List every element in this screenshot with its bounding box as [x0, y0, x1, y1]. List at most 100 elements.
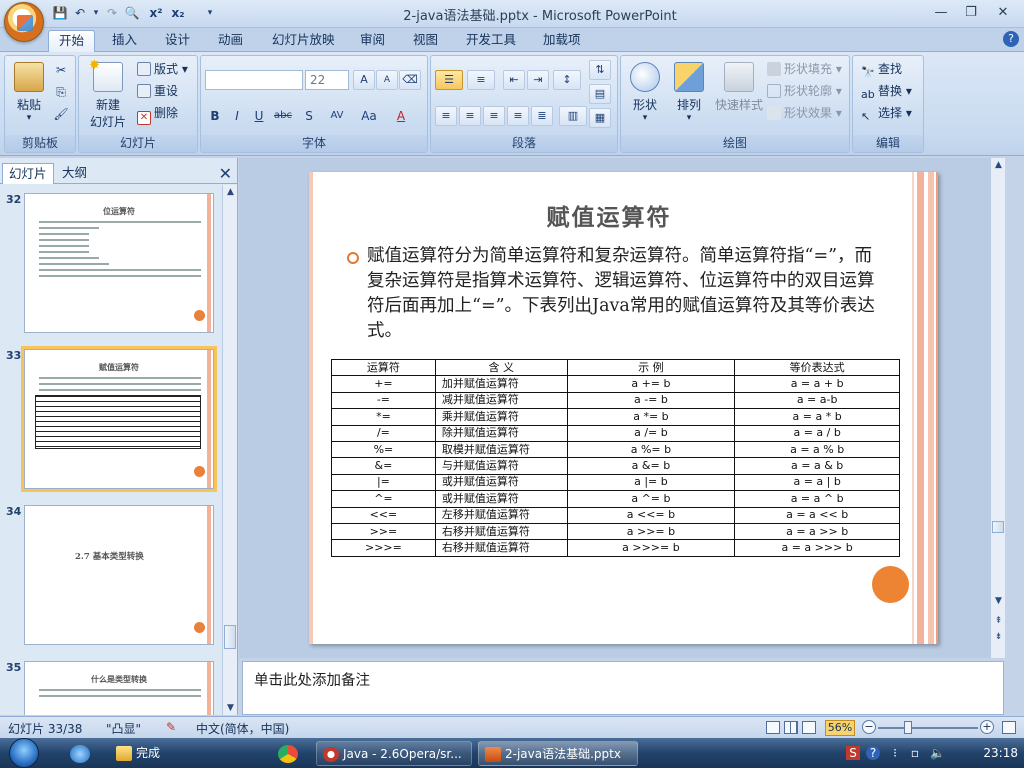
language-indicator[interactable]: 中文(简体，中国) [196, 720, 289, 737]
tab-view[interactable]: 视图 [403, 30, 448, 52]
scroll-down-icon[interactable]: ▼ [993, 596, 1004, 606]
customize-qat-icon[interactable]: ▾ [202, 5, 218, 21]
tab-review[interactable]: 审阅 [350, 30, 395, 52]
bold-button[interactable]: B [205, 106, 225, 126]
italic-button[interactable]: I [227, 106, 247, 126]
paste-button[interactable]: 粘贴 ▾ [11, 62, 47, 123]
bullets-button[interactable]: ☰ [435, 70, 463, 90]
increase-indent-button[interactable]: ⇥ [527, 70, 549, 90]
tab-outline[interactable]: 大纲 [56, 163, 93, 184]
slide-title[interactable]: 赋值运算符 [309, 198, 909, 232]
copy-icon[interactable]: ⎘ [53, 84, 69, 100]
tray-help-icon[interactable]: ? [866, 746, 880, 760]
taskbar-item-powerpoint[interactable]: 2-java语法基础.pptx [478, 741, 638, 766]
replace-button[interactable]: ab 替换 ▾ [861, 82, 912, 101]
align-text-button[interactable]: ▤ [589, 84, 611, 104]
columns-button[interactable]: ▥ [559, 106, 587, 126]
zoom-slider-knob[interactable] [904, 721, 912, 734]
clock[interactable]: 23:18 [983, 746, 1018, 760]
tab-home[interactable]: 开始 [48, 30, 96, 52]
minimize-button[interactable]: — [928, 3, 954, 23]
taskbar-item-opera[interactable]: Java - 2.6Opera/sr... [316, 741, 472, 766]
restore-button[interactable]: ❐ [958, 3, 984, 23]
distribute-button[interactable]: ≣ [531, 106, 553, 126]
clear-formatting-button[interactable]: ⌫ [399, 70, 421, 90]
redo-icon[interactable]: ↷ [104, 5, 120, 21]
chrome-icon[interactable] [278, 745, 298, 763]
tab-slides[interactable]: 幻灯片 [2, 163, 54, 184]
fit-to-window-icon[interactable] [1002, 721, 1016, 734]
slide-thumbnail-35[interactable]: 什么是类型转换 [24, 661, 214, 715]
arrange-button[interactable]: 排列 ▾ [667, 62, 711, 123]
tab-addins[interactable]: 加载项 [533, 30, 591, 52]
ime-icon[interactable]: S [846, 746, 860, 760]
change-case-button[interactable]: Aa [355, 106, 383, 126]
previous-slide-icon[interactable]: ⇞ [993, 616, 1004, 626]
scroll-thumb[interactable] [224, 625, 236, 649]
quick-styles-button[interactable]: 快速样式 [713, 62, 765, 113]
next-slide-icon[interactable]: ⇟ [993, 632, 1004, 642]
smartart-button[interactable]: ▦ [589, 108, 611, 128]
text-direction-button[interactable]: ⇅ [589, 60, 611, 80]
tray-arrow-icon[interactable]: ⁝ [888, 746, 902, 760]
char-spacing-button[interactable]: AV [323, 106, 351, 126]
grow-font-button[interactable]: A [353, 70, 375, 90]
slide-body-text[interactable]: 赋值运算符分为简单运算符和复杂运算符。简单运算符指“=”，而复杂运算符是指算术运… [367, 244, 887, 344]
thumbnail-scrollbar[interactable]: ▲ ▼ [222, 185, 237, 715]
font-color-button[interactable]: A [391, 106, 411, 126]
shadow-button[interactable]: S [299, 106, 319, 126]
decrease-indent-button[interactable]: ⇤ [503, 70, 525, 90]
help-icon[interactable]: ? [1003, 31, 1019, 47]
tab-developer[interactable]: 开发工具 [456, 30, 526, 52]
slide[interactable]: 赋值运算符 赋值运算符分为简单运算符和复杂运算符。简单运算符指“=”，而复杂运算… [309, 172, 938, 644]
tab-insert[interactable]: 插入 [102, 30, 147, 52]
spelling-icon[interactable]: ✎ [166, 720, 176, 734]
zoom-in-icon[interactable]: + [980, 720, 994, 734]
volume-icon[interactable]: 🔈 [930, 746, 945, 760]
slide-thumbnail-32[interactable]: 位运算符 [24, 193, 214, 333]
slide-thumbnail-34[interactable]: 2.7 基本类型转换 [24, 505, 214, 645]
select-button[interactable]: ↖ 选择 ▾ [861, 104, 912, 123]
scroll-up-icon[interactable]: ▲ [225, 187, 236, 197]
operator-table[interactable]: 运算符含 义示 例等价表达式 += 加并赋值运算符 a += ba = a + b-… [331, 358, 900, 557]
new-slide-button[interactable]: ✸ 新建 幻灯片 [83, 58, 133, 130]
align-right-button[interactable]: ≡ [483, 106, 505, 126]
normal-view-icon[interactable] [766, 721, 780, 734]
font-name-combo[interactable] [205, 70, 303, 90]
slide-sorter-icon[interactable] [784, 721, 798, 734]
tab-slideshow[interactable]: 幻灯片放映 [262, 30, 345, 52]
taskbar-item-folder[interactable]: 完成 [110, 741, 270, 766]
delete-slide-button[interactable]: ✕ 删除 [137, 104, 178, 125]
reset-button[interactable]: 重设 [137, 82, 178, 100]
slideshow-view-icon[interactable] [802, 721, 816, 734]
numbering-button[interactable]: ≡ [467, 70, 495, 90]
shapes-button[interactable]: 形状 ▾ [625, 62, 665, 123]
superscript-icon[interactable]: x² [148, 5, 164, 21]
save-icon[interactable]: 💾 [52, 5, 68, 21]
shape-fill-button[interactable]: 形状填充 ▾ [767, 60, 842, 78]
align-left-button[interactable]: ≡ [435, 106, 457, 126]
layout-button[interactable]: 版式 ▾ [137, 60, 188, 78]
notes-placeholder[interactable]: 单击此处添加备注 [254, 669, 370, 690]
justify-button[interactable]: ≡ [507, 106, 529, 126]
shrink-font-button[interactable]: A [376, 70, 398, 90]
slide-scrollbar[interactable]: ▲ ▼ ⇞ ⇟ [990, 158, 1005, 658]
strikethrough-button[interactable]: abc [273, 106, 293, 126]
ie-icon[interactable] [70, 745, 90, 763]
scroll-down-icon[interactable]: ▼ [225, 703, 236, 713]
shape-outline-button[interactable]: 形状轮廓 ▾ [767, 82, 842, 100]
zoom-out-icon[interactable]: − [862, 720, 876, 734]
slide-thumbnail-33[interactable]: 赋值运算符 [21, 346, 217, 492]
find-button[interactable]: 🔭 查找 [861, 60, 902, 79]
line-spacing-button[interactable]: ↕ [553, 70, 581, 90]
print-preview-icon[interactable]: 🔍 [124, 5, 140, 21]
cut-icon[interactable]: ✂ [53, 62, 69, 78]
scroll-up-icon[interactable]: ▲ [993, 160, 1004, 170]
zoom-level[interactable]: 56% [825, 720, 855, 736]
align-center-button[interactable]: ≡ [459, 106, 481, 126]
tab-animations[interactable]: 动画 [208, 30, 253, 52]
undo-icon[interactable]: ↶ [72, 5, 88, 21]
tab-design[interactable]: 设计 [155, 30, 200, 52]
undo-dropdown-icon[interactable]: ▾ [88, 5, 104, 21]
subscript-icon[interactable]: x₂ [170, 5, 186, 21]
